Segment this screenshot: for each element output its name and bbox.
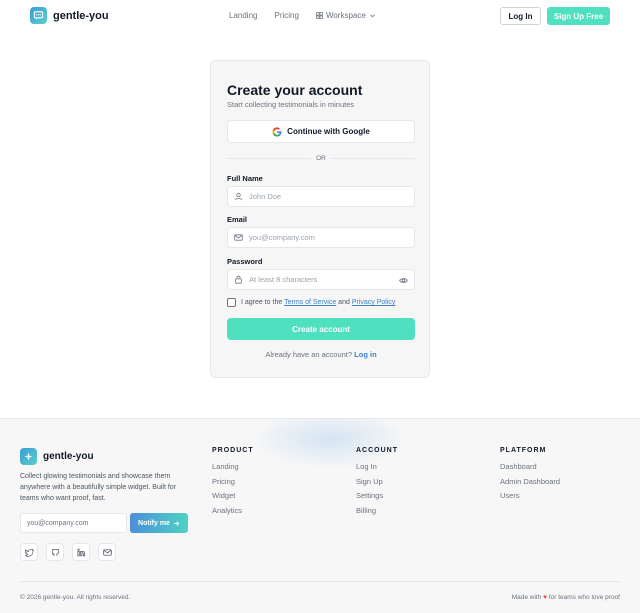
twitter-icon[interactable]: [20, 543, 38, 561]
password-placeholder: At least 8 characters: [249, 275, 318, 284]
linkedin-icon[interactable]: [72, 543, 90, 561]
footer-link-analytics[interactable]: Analytics: [212, 506, 254, 515]
mail-icon: [234, 234, 243, 241]
chat-logo-icon: [30, 7, 47, 24]
lock-icon: [235, 275, 242, 284]
footer-link-settings[interactable]: Settings: [356, 491, 398, 500]
footer-link-login[interactable]: Log In: [356, 462, 398, 471]
signup-button[interactable]: Sign Up Free: [547, 7, 610, 25]
password-label: Password: [227, 257, 263, 266]
notify-me-button[interactable]: Notify me: [130, 513, 188, 533]
terms-and: and: [338, 299, 350, 306]
heart-icon: ♥: [543, 594, 547, 601]
create-account-button[interactable]: Create account: [227, 318, 415, 340]
card-title: Create your account: [227, 82, 363, 98]
column-heading: PLATFORM: [500, 447, 547, 454]
email-placeholder: you@company.com: [249, 233, 315, 242]
already-text: Already have an account?: [265, 350, 353, 359]
nav-link-pricing[interactable]: Pricing: [274, 11, 298, 20]
mail-icon[interactable]: [98, 543, 116, 561]
arrow-right-icon: [173, 520, 180, 526]
terms-checkbox[interactable]: [227, 298, 236, 307]
password-input[interactable]: At least 8 characters: [227, 269, 415, 290]
copyright: © 2026 gentle-you. All rights reserved.: [20, 594, 131, 601]
login-link[interactable]: Log in: [354, 350, 377, 359]
terms-row: I agree to the Terms of Service and Priv…: [227, 298, 395, 307]
full-name-input[interactable]: John Doe: [227, 186, 415, 207]
column-heading: PRODUCT: [212, 447, 254, 454]
top-navbar: gentle-you Landing Pricing Workspace Log…: [0, 0, 640, 33]
made-prefix: Made with: [511, 594, 542, 601]
footer-link-admin-dashboard[interactable]: Admin Dashboard: [500, 477, 560, 486]
made-with-love: Made with ♥ for teams who love proof: [512, 594, 620, 601]
footer-description: Collect glowing testimonials and showcas…: [20, 473, 177, 502]
notify-label: Notify me: [138, 519, 170, 527]
grid-icon: [316, 12, 323, 19]
brand-logo-link[interactable]: gentle-you: [30, 7, 109, 24]
login-button[interactable]: Log In: [500, 7, 541, 25]
footer-link-widget[interactable]: Widget: [212, 491, 254, 500]
column-heading: ACCOUNT: [356, 447, 398, 454]
nav-workspace-dropdown[interactable]: Workspace: [316, 11, 376, 20]
already-account-row: Already have an account? Log in: [211, 350, 431, 359]
full-name-placeholder: John Doe: [249, 192, 282, 201]
google-signin-button[interactable]: Continue with Google: [227, 120, 415, 143]
footer-brand[interactable]: gentle-you: [20, 448, 94, 465]
user-icon: [235, 192, 242, 201]
footer-column-platform: PLATFORM Dashboard Admin Dashboard Users: [500, 447, 560, 506]
social-links: [20, 543, 116, 561]
nav-link-landing[interactable]: Landing: [229, 11, 257, 20]
terms-prefix: I agree to the: [241, 299, 283, 306]
footer-link-landing[interactable]: Landing: [212, 462, 254, 471]
email-label: Email: [227, 215, 248, 224]
or-divider-label: OR: [311, 155, 331, 162]
full-name-label: Full Name: [227, 174, 263, 183]
card-subtitle: Start collecting testimonials in minutes: [227, 100, 355, 109]
footer-column-account: ACCOUNT Log In Sign Up Settings Billing: [356, 447, 398, 520]
footer-link-billing[interactable]: Billing: [356, 506, 398, 515]
nav-workspace-label: Workspace: [325, 11, 366, 20]
footer-email-placeholder: you@company.com: [27, 519, 89, 527]
eye-icon[interactable]: [399, 276, 408, 285]
google-button-label: Continue with Google: [287, 127, 370, 136]
chevron-down-icon: [369, 14, 375, 18]
privacy-policy-link[interactable]: Privacy Policy: [352, 299, 396, 306]
footer-divider: [20, 581, 620, 582]
footer-email-input[interactable]: you@company.com: [20, 513, 127, 533]
footer-link-users[interactable]: Users: [500, 491, 560, 500]
google-icon: [272, 126, 282, 137]
brand-name: gentle-you: [53, 9, 109, 22]
footer: gentle-you Collect glowing testimonials …: [0, 418, 640, 613]
footer-brand-name: gentle-you: [43, 451, 94, 462]
made-suffix: for teams who love proof: [548, 594, 620, 601]
terms-of-service-link[interactable]: Terms of Service: [284, 299, 336, 306]
footer-link-pricing[interactable]: Pricing: [212, 477, 254, 486]
footer-link-signup[interactable]: Sign Up: [356, 477, 398, 486]
footer-column-product: PRODUCT Landing Pricing Widget Analytics: [212, 447, 254, 520]
sparkle-logo-icon: [20, 448, 37, 465]
footer-link-dashboard[interactable]: Dashboard: [500, 462, 560, 471]
github-icon[interactable]: [46, 543, 64, 561]
email-input[interactable]: you@company.com: [227, 227, 415, 248]
signup-card: Create your account Start collecting tes…: [210, 60, 430, 378]
